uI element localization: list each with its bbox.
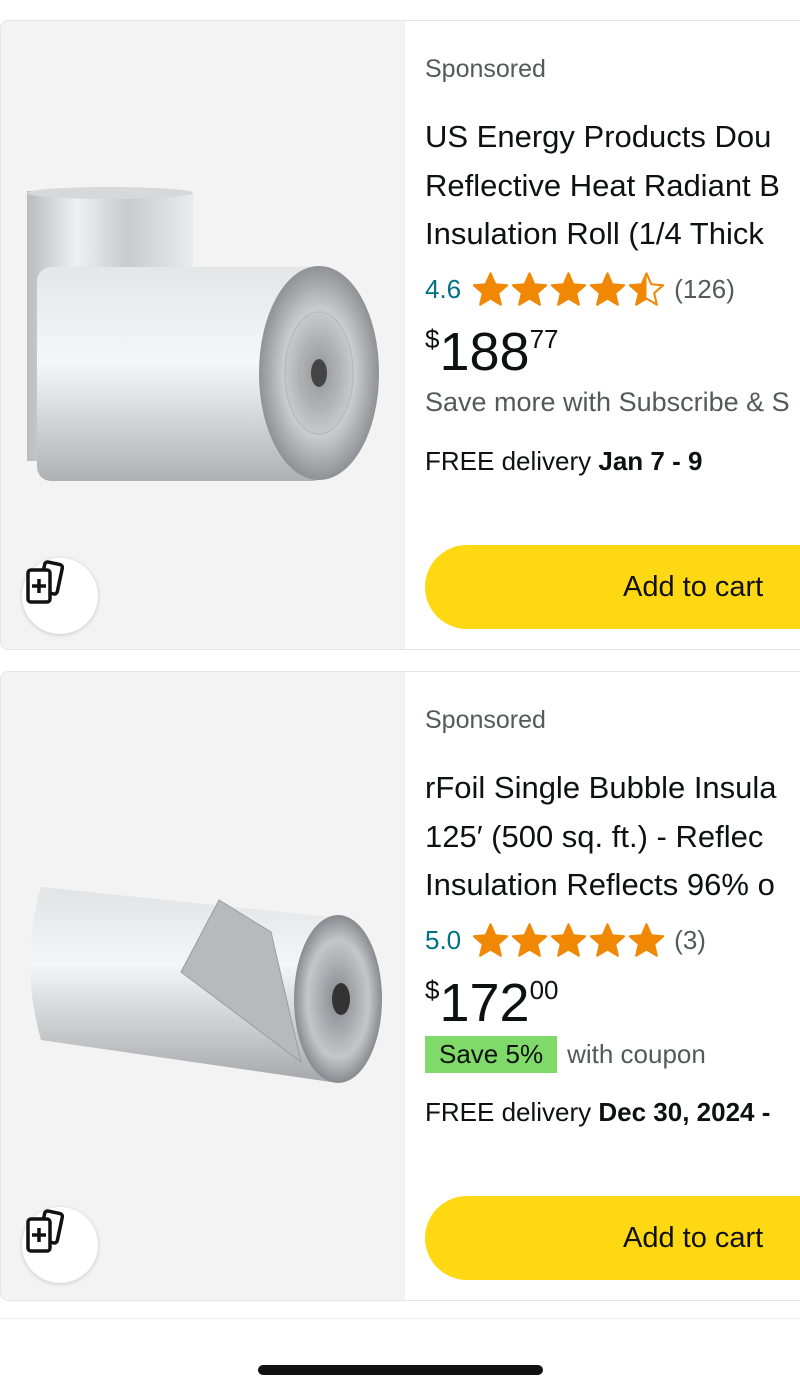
- price: $18877: [425, 321, 559, 383]
- review-count: (126): [674, 273, 735, 304]
- subscribe-save-text: Save more with Subscribe & S: [425, 387, 790, 417]
- product-image[interactable]: [1, 21, 405, 649]
- compare-cards-icon: [26, 1209, 65, 1253]
- product-info: Sponsored rFoil Single Bubble Insula 125…: [425, 672, 800, 1300]
- product-card[interactable]: Sponsored rFoil Single Bubble Insula 125…: [0, 671, 800, 1301]
- star-icon: [473, 923, 509, 957]
- price-whole: 188: [439, 322, 530, 382]
- coupon-row[interactable]: Save 5% with coupon: [425, 1035, 706, 1073]
- rating-value: 4.6: [425, 273, 462, 304]
- title-line: rFoil Single Bubble Insula: [425, 770, 777, 805]
- delivery-info: FREE delivery Jan 7 - 9: [425, 446, 702, 477]
- add-to-cart-button[interactable]: Add to cart: [425, 545, 800, 629]
- delivery-date: Jan 7 - 9: [598, 446, 703, 476]
- review-count: (3): [674, 924, 706, 955]
- coupon-badge[interactable]: Save 5%: [425, 1035, 558, 1073]
- product-card[interactable]: Sponsored US Energy Products Dou Reflect…: [0, 20, 800, 650]
- rating-row[interactable]: 5.0 (3): [425, 920, 706, 960]
- star-icon: [551, 272, 587, 306]
- compare-button[interactable]: [22, 1207, 98, 1283]
- compare-button[interactable]: [22, 558, 98, 634]
- title-line: Reflective Heat Radiant B: [425, 167, 780, 203]
- product-info: Sponsored US Energy Products Dou Reflect…: [425, 21, 800, 649]
- title-line: Insulation Roll (1/4 Thick: [425, 216, 764, 251]
- home-indicator[interactable]: [258, 1365, 543, 1375]
- star-icon: [629, 272, 665, 306]
- star-icon: [590, 272, 626, 306]
- rating-value: 5.0: [425, 924, 462, 955]
- price: $17200: [425, 972, 559, 1034]
- price-fraction: 00: [529, 975, 559, 1005]
- star-rating: [471, 922, 666, 958]
- star-icon: [512, 272, 548, 306]
- rating-row[interactable]: 4.6 (126): [425, 269, 735, 309]
- price-symbol: $: [425, 324, 440, 354]
- sponsored-label: Sponsored: [425, 706, 546, 734]
- delivery-info: FREE delivery Dec 30, 2024 -: [425, 1097, 770, 1128]
- delivery-prefix: FREE delivery: [425, 1097, 599, 1127]
- coupon-text: with coupon: [567, 1038, 706, 1069]
- product-title[interactable]: US Energy Products Dou Reflective Heat R…: [425, 113, 800, 259]
- search-results-page: Sponsored US Energy Products Dou Reflect…: [0, 0, 800, 1391]
- price-symbol: $: [425, 975, 440, 1005]
- product-image[interactable]: [1, 672, 405, 1300]
- bottom-area: [0, 1318, 800, 1391]
- star-icon: [512, 923, 548, 957]
- title-line: Insulation Reflects 96% o: [425, 867, 775, 902]
- add-to-cart-button[interactable]: Add to cart: [425, 1196, 800, 1280]
- star-rating: [471, 271, 666, 307]
- title-line: 125′ (500 sq. ft.) - Reflec: [425, 818, 764, 854]
- delivery-date: Dec 30, 2024 -: [598, 1097, 771, 1127]
- product-title[interactable]: rFoil Single Bubble Insula 125′ (500 sq.…: [425, 764, 800, 910]
- delivery-prefix: FREE delivery: [425, 446, 599, 476]
- star-icon: [473, 272, 509, 306]
- star-icon: [590, 923, 626, 957]
- compare-cards-icon: [26, 560, 65, 604]
- price-fraction: 77: [529, 324, 559, 354]
- star-icon: [629, 923, 665, 957]
- foil-roll-image: [27, 187, 379, 481]
- price-whole: 172: [439, 973, 530, 1033]
- sponsored-label: Sponsored: [425, 55, 546, 83]
- star-icon: [551, 923, 587, 957]
- title-line: US Energy Products Dou: [425, 119, 772, 154]
